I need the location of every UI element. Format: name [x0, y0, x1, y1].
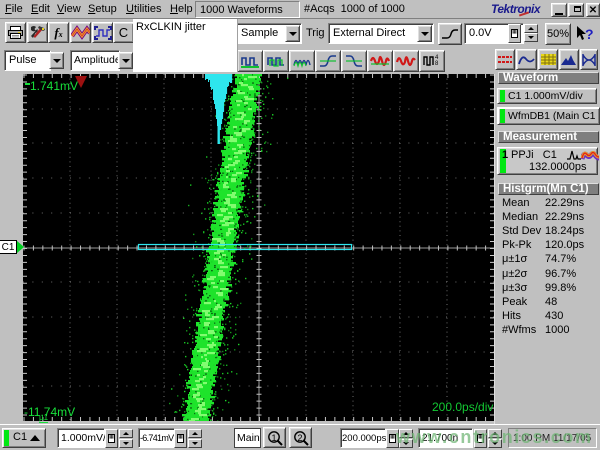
- svg-text:8: 8: [435, 61, 439, 67]
- svg-text:1: 1: [271, 433, 276, 443]
- svg-text:?: ?: [585, 26, 594, 42]
- svg-text:2: 2: [297, 433, 302, 443]
